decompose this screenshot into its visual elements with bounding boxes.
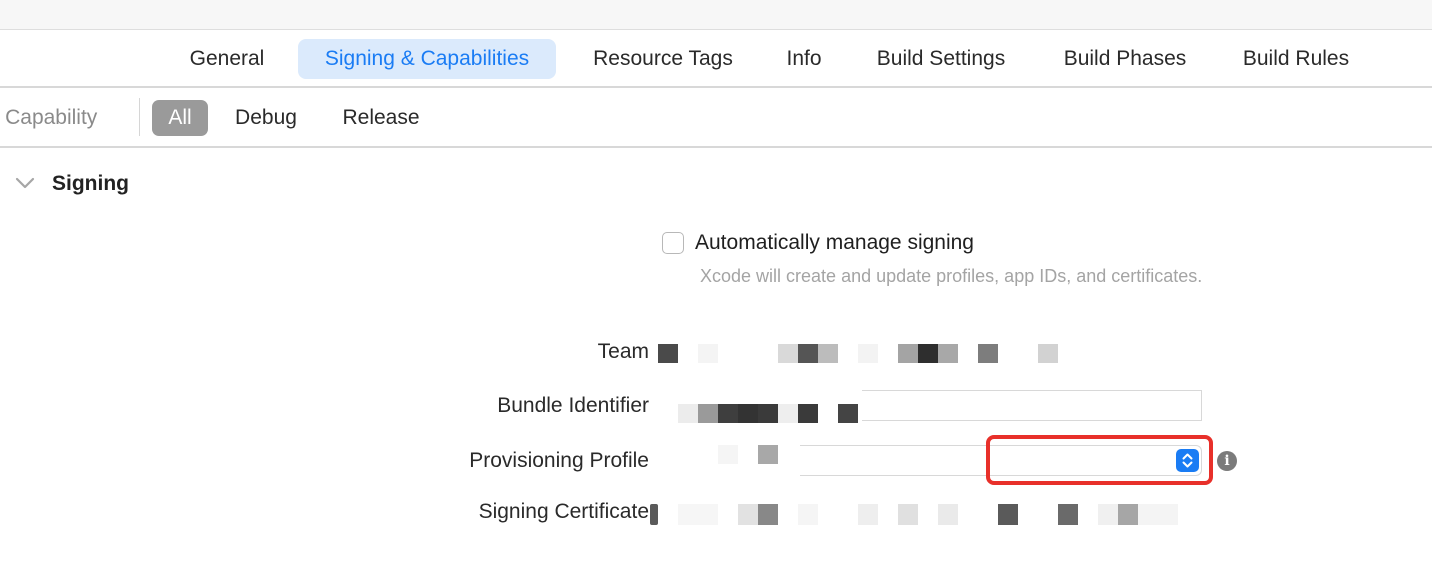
bundle-identifier-label: Bundle Identifier bbox=[497, 394, 649, 417]
auto-manage-signing-checkbox[interactable] bbox=[662, 232, 684, 254]
tab-build-settings[interactable]: Build Settings bbox=[856, 39, 1026, 79]
add-capability-button[interactable]: + Capability bbox=[0, 104, 97, 132]
editor-tab-bar: General Signing & Capabilities Resource … bbox=[0, 30, 1432, 88]
capability-filter-bar: + Capability All Debug Release bbox=[0, 88, 1432, 148]
signing-section-header[interactable]: Signing bbox=[14, 168, 314, 204]
section-title: Signing bbox=[52, 172, 129, 195]
provisioning-profile-label: Provisioning Profile bbox=[469, 449, 649, 472]
tab-build-phases[interactable]: Build Phases bbox=[1044, 39, 1206, 79]
auto-manage-signing-description: Xcode will create and update profiles, a… bbox=[700, 266, 1203, 286]
bundle-identifier-field[interactable] bbox=[862, 390, 1202, 421]
chevron-down-icon[interactable] bbox=[14, 172, 36, 194]
team-label: Team bbox=[597, 340, 649, 363]
segment-debug[interactable]: Debug bbox=[220, 100, 312, 136]
segment-all[interactable]: All bbox=[152, 100, 208, 136]
auto-manage-signing-label[interactable]: Automatically manage signing bbox=[695, 231, 974, 255]
profile-highlight-annotation bbox=[986, 435, 1213, 485]
window-top-strip bbox=[0, 0, 1432, 30]
segment-release[interactable]: Release bbox=[328, 100, 434, 136]
tab-info[interactable]: Info bbox=[770, 39, 838, 79]
signing-certificate-label: Signing Certificate bbox=[478, 500, 649, 523]
tab-build-rules[interactable]: Build Rules bbox=[1224, 39, 1368, 79]
tab-signing-capabilities[interactable]: Signing & Capabilities bbox=[298, 39, 556, 79]
filter-divider bbox=[139, 98, 140, 136]
info-icon[interactable]: i bbox=[1217, 451, 1237, 471]
tab-general[interactable]: General bbox=[172, 39, 282, 79]
tab-resource-tags[interactable]: Resource Tags bbox=[574, 39, 752, 79]
